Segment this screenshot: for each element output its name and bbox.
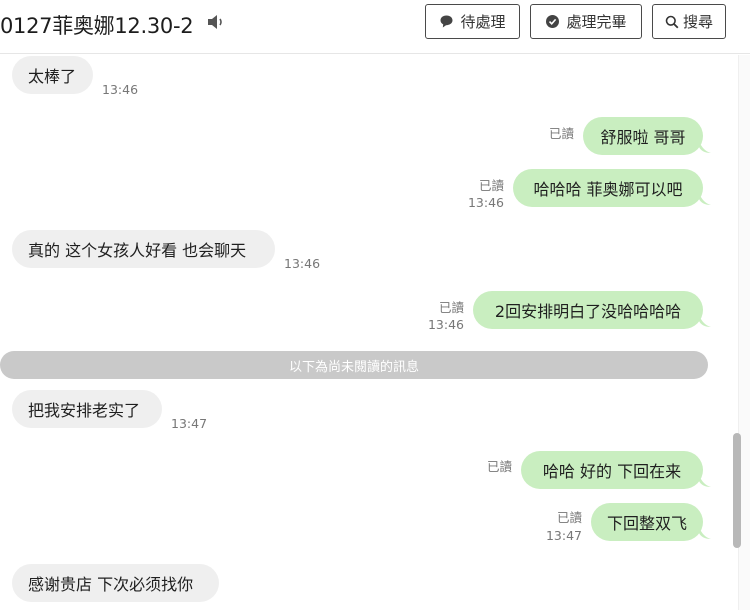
message-time: 13:47 <box>545 528 582 543</box>
message-time: 13:46 <box>427 317 464 332</box>
read-receipt: 已讀 <box>478 178 504 193</box>
speaker-icon[interactable] <box>206 14 226 30</box>
bubble-tail <box>699 475 711 487</box>
message-time: 13:46 <box>102 82 139 97</box>
search-icon <box>665 15 679 28</box>
message-text: 下回整双飞 <box>607 514 688 533</box>
incoming-message[interactable]: 太棒了 <box>12 56 93 94</box>
chat-header: 0127菲奥娜12.30-2 待處理 處理完畢 搜尋 <box>0 0 750 54</box>
pending-button[interactable]: 待處理 <box>425 4 520 39</box>
done-button[interactable]: 處理完畢 <box>530 4 642 39</box>
incoming-message[interactable]: 真的 这个女孩人好看 也会聊天 <box>12 230 275 268</box>
outgoing-message[interactable]: 哈哈哈 菲奥娜可以吧 <box>513 169 703 207</box>
bubble-tail <box>699 527 711 539</box>
read-receipt: 已讀 <box>486 459 512 474</box>
read-receipt: 已讀 <box>556 510 582 525</box>
message-text: 太棒了 <box>28 67 77 86</box>
incoming-message[interactable]: 把我安排老实了 <box>12 390 162 428</box>
bubble-tail <box>699 141 711 153</box>
message-text: 哈哈 好的 下回在来 <box>542 462 682 481</box>
pending-button-label: 待處理 <box>460 13 506 31</box>
message-text: 舒服啦 哥哥 <box>600 128 686 147</box>
scrollbar-thumb[interactable] <box>733 433 741 548</box>
outgoing-message[interactable]: 2回安排明白了没哈哈哈哈 <box>473 291 703 329</box>
message-text: 把我安排老实了 <box>28 401 141 420</box>
read-receipt: 已讀 <box>548 126 574 141</box>
done-button-label: 處理完畢 <box>566 13 627 31</box>
chat-title: 0127菲奥娜12.30-2 <box>0 14 194 38</box>
bubble-tail <box>699 193 711 205</box>
outgoing-message[interactable]: 下回整双飞 <box>591 503 703 541</box>
speech-bubble-icon <box>440 15 453 28</box>
outgoing-message[interactable]: 哈哈 好的 下回在来 <box>521 451 703 489</box>
outgoing-message[interactable]: 舒服啦 哥哥 <box>583 117 703 155</box>
search-button[interactable]: 搜尋 <box>652 4 726 39</box>
read-receipt: 已讀 <box>438 300 464 315</box>
message-text: 感谢贵店 下次必须找你 <box>28 575 194 594</box>
message-text: 2回安排明白了没哈哈哈哈 <box>494 302 682 321</box>
message-time: 13:46 <box>467 195 504 210</box>
message-time: 13:47 <box>171 416 208 431</box>
message-time: 13:46 <box>284 256 321 271</box>
check-circle-icon <box>546 15 560 28</box>
search-button-label: 搜尋 <box>682 13 713 31</box>
incoming-message[interactable]: 感谢贵店 下次必须找你 <box>12 564 219 602</box>
unread-divider: 以下為尚未閱讀的訊息 <box>0 351 708 379</box>
message-text: 哈哈哈 菲奥娜可以吧 <box>533 180 683 199</box>
message-text: 真的 这个女孩人好看 也会聊天 <box>28 241 247 260</box>
bubble-tail <box>699 315 711 327</box>
